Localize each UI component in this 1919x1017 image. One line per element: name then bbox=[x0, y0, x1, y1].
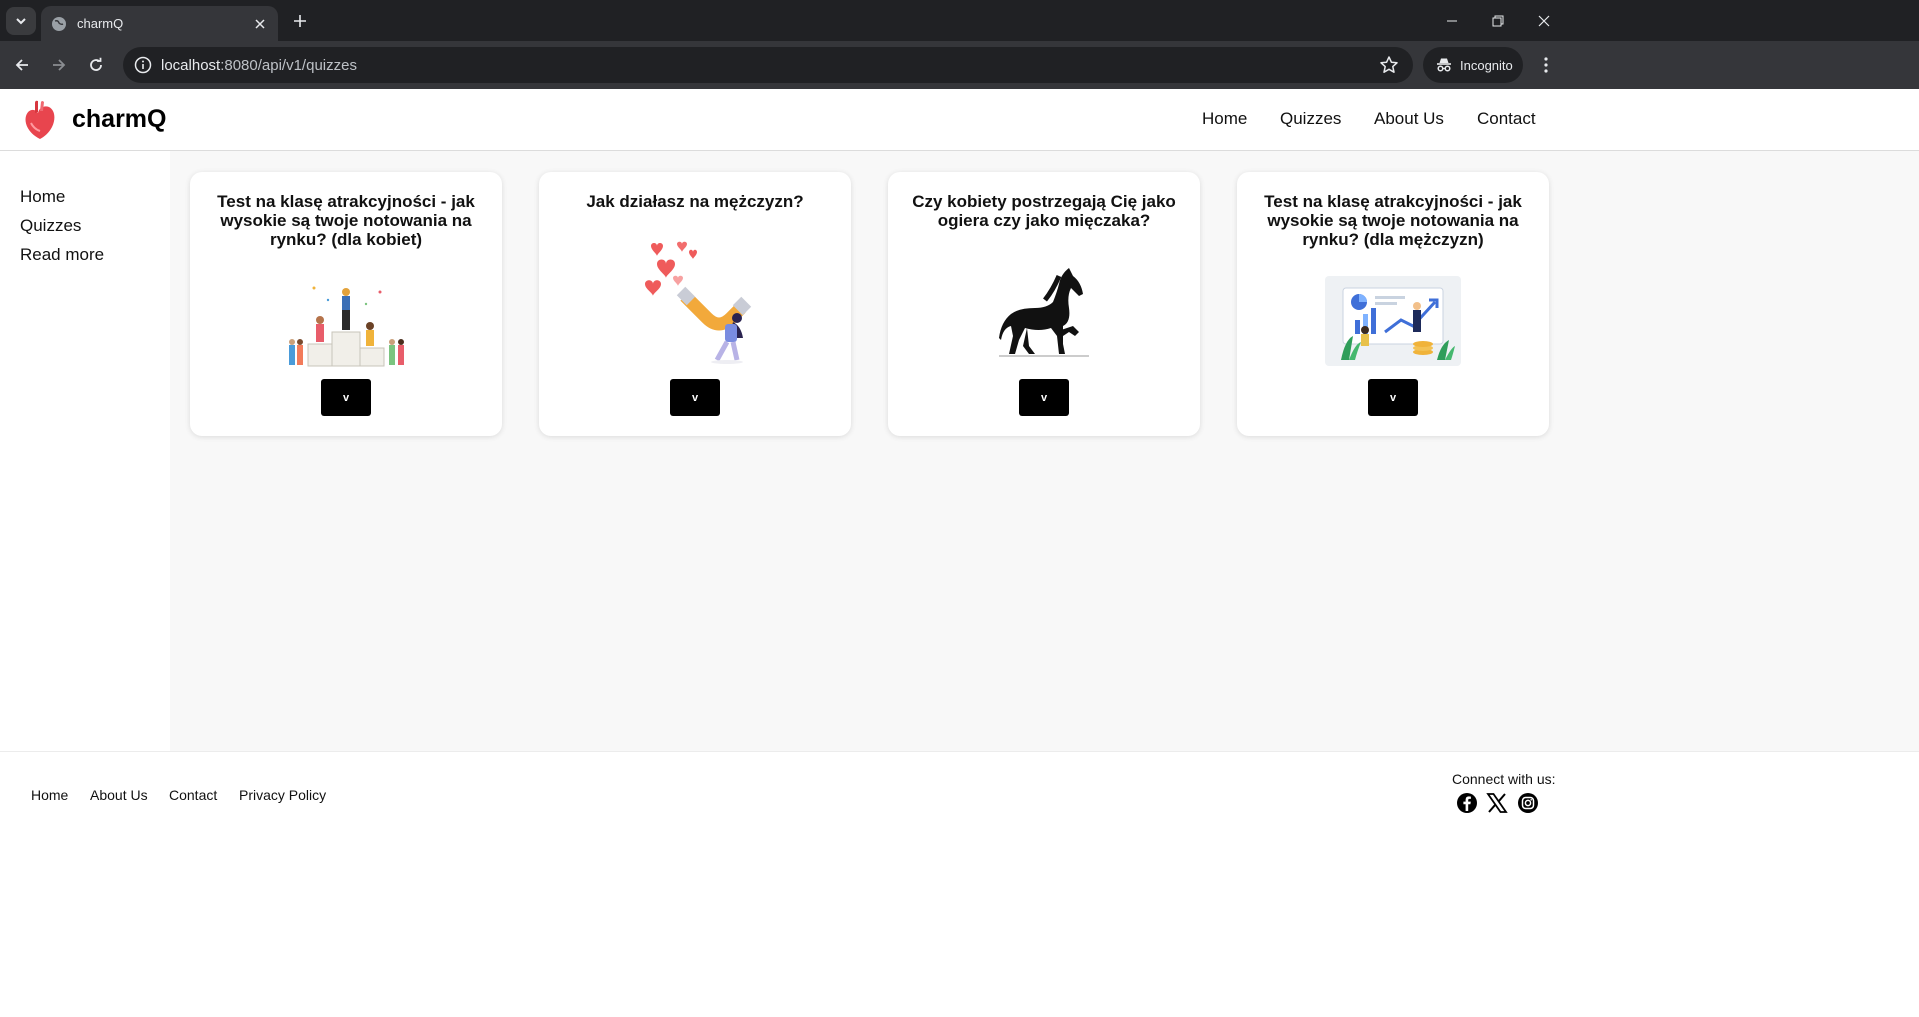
nav-home-link[interactable]: Home bbox=[1202, 109, 1247, 129]
heart-logo-icon[interactable] bbox=[22, 99, 58, 141]
minimize-button[interactable] bbox=[1429, 0, 1475, 41]
globe-icon bbox=[51, 16, 67, 32]
quiz-title[interactable]: Jak działasz na mężczyzn? bbox=[553, 192, 837, 211]
site-header: charmQ Home Quizzes About Us Contact bbox=[0, 89, 1919, 151]
reload-icon bbox=[90, 57, 102, 71]
address-bar[interactable]: localhost:8080/api/v1/quizzes bbox=[123, 47, 1413, 83]
growth-chart-illustration bbox=[1325, 276, 1461, 366]
footer-privacy-link[interactable]: Privacy Policy bbox=[239, 787, 326, 803]
nav-about-link[interactable]: About Us bbox=[1374, 109, 1444, 129]
url-host: localhost bbox=[161, 56, 221, 74]
connect-label: Connect with us: bbox=[1452, 771, 1556, 787]
quiz-card: Jak działasz na mężczyzn? v bbox=[539, 172, 851, 436]
x-icon[interactable] bbox=[1486, 792, 1508, 814]
podium-winners-illustration bbox=[289, 286, 404, 367]
quiz-card: Test na klasę atrakcyjności - jak wysoki… bbox=[190, 172, 502, 436]
facebook-icon[interactable] bbox=[1456, 792, 1478, 814]
browser-menu-button[interactable] bbox=[1536, 53, 1556, 77]
sidebar-item-quizzes[interactable]: Quizzes bbox=[20, 216, 81, 236]
instagram-icon[interactable] bbox=[1517, 792, 1539, 814]
quiz-title[interactable]: Test na klasę atrakcyjności - jak wysoki… bbox=[1251, 192, 1535, 249]
start-quiz-button[interactable]: v bbox=[670, 379, 720, 416]
new-tab-button[interactable] bbox=[289, 10, 311, 32]
quiz-card: Czy kobiety postrzegają Cię jako ogiera … bbox=[888, 172, 1200, 436]
footer-home-link[interactable]: Home bbox=[31, 787, 68, 803]
brand-name[interactable]: charmQ bbox=[72, 105, 166, 134]
nav-contact-link[interactable]: Contact bbox=[1477, 109, 1536, 129]
browser-toolbar: localhost:8080/api/v1/quizzes Incognito bbox=[0, 41, 1919, 89]
quiz-grid: Test na klasę atrakcyjności - jak wysoki… bbox=[170, 151, 1919, 751]
tab-title: charmQ bbox=[77, 16, 124, 31]
quiz-title[interactable]: Test na klasę atrakcyjności - jak wysoki… bbox=[204, 192, 488, 249]
browser-tabbar: charmQ bbox=[0, 0, 1919, 41]
tab-search-button[interactable] bbox=[6, 7, 36, 35]
incognito-badge[interactable]: Incognito bbox=[1423, 47, 1523, 83]
black-horse-silhouette bbox=[999, 268, 1089, 357]
close-icon[interactable] bbox=[252, 16, 268, 32]
back-button[interactable] bbox=[10, 53, 34, 77]
sidebar: Home Quizzes Read more bbox=[0, 151, 170, 751]
url-text: localhost:8080/api/v1/quizzes bbox=[161, 57, 357, 74]
quiz-title[interactable]: Czy kobiety postrzegają Cię jako ogiera … bbox=[902, 192, 1186, 230]
sidebar-item-home[interactable]: Home bbox=[20, 187, 65, 207]
site-info-icon[interactable] bbox=[133, 55, 153, 75]
site-footer: Home About Us Contact Privacy Policy Con… bbox=[0, 751, 1919, 1017]
plus-icon bbox=[294, 15, 306, 27]
url-path: :8080/api/v1/quizzes bbox=[220, 56, 357, 74]
incognito-icon bbox=[1435, 56, 1453, 74]
window-close-button[interactable] bbox=[1521, 0, 1567, 41]
heart-magnet-illustration bbox=[645, 241, 752, 364]
nav-quizzes-link[interactable]: Quizzes bbox=[1280, 109, 1341, 129]
start-quiz-button[interactable]: v bbox=[1368, 379, 1418, 416]
arrow-left-icon bbox=[15, 59, 28, 71]
minimize-icon bbox=[1447, 20, 1457, 21]
bookmark-star-icon[interactable] bbox=[1379, 55, 1399, 75]
start-quiz-button[interactable]: v bbox=[1019, 379, 1069, 416]
browser-tab[interactable]: charmQ bbox=[41, 6, 278, 41]
footer-contact-link[interactable]: Contact bbox=[169, 787, 217, 803]
restore-icon bbox=[1492, 15, 1504, 26]
reload-button[interactable] bbox=[84, 53, 108, 77]
more-vertical-icon bbox=[1544, 57, 1548, 73]
quiz-card: Test na klasę atrakcyjności - jak wysoki… bbox=[1237, 172, 1549, 436]
top-navigation: Home Quizzes About Us Contact bbox=[1180, 89, 1919, 151]
incognito-label: Incognito bbox=[1460, 57, 1513, 73]
footer-about-link[interactable]: About Us bbox=[90, 787, 148, 803]
forward-button[interactable] bbox=[47, 53, 71, 77]
start-quiz-button[interactable]: v bbox=[321, 379, 371, 416]
sidebar-item-read-more[interactable]: Read more bbox=[20, 245, 104, 265]
arrow-right-icon bbox=[53, 59, 66, 71]
close-icon bbox=[1538, 15, 1550, 26]
chevron-down-icon bbox=[16, 18, 26, 25]
restore-button[interactable] bbox=[1475, 0, 1521, 41]
